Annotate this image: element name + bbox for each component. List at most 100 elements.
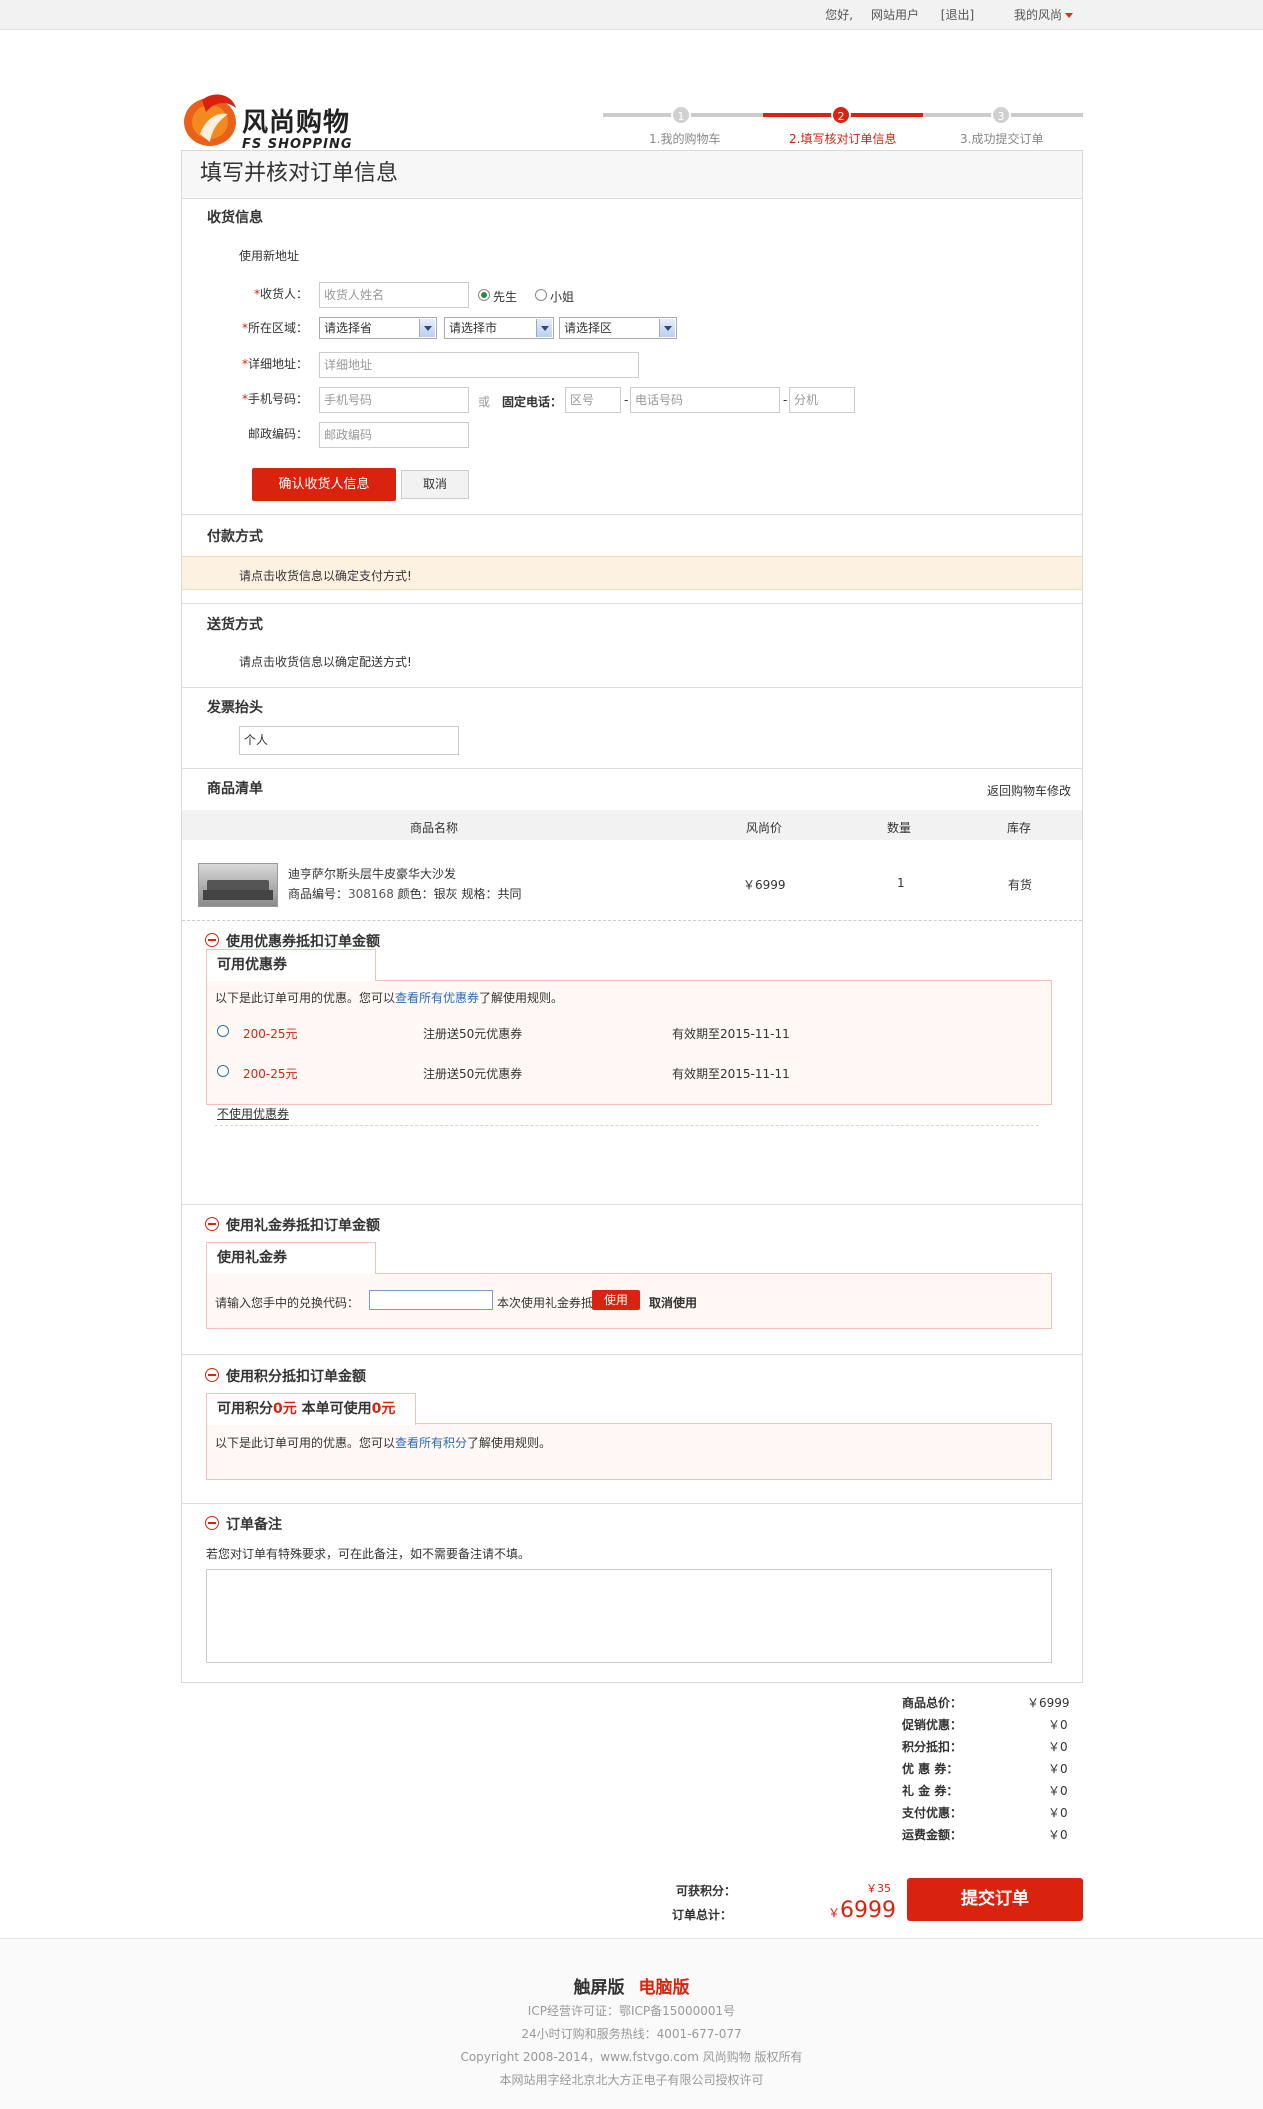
province-select[interactable]: 请选择省 [319, 317, 437, 339]
col-qty: 数量 [887, 821, 912, 835]
version-switch: 触屏版 电脑版 [0, 1973, 1263, 1998]
phone-input[interactable]: 电话号码 [630, 387, 780, 413]
cancel-consignee-button[interactable]: 取消 [401, 470, 469, 499]
consignee-input[interactable]: 收货人姓名 [319, 282, 469, 308]
summary-value-1: ￥0 [1048, 1718, 1068, 1732]
ms-label: 小姐 [550, 290, 575, 304]
payment-heading: 付款方式 [207, 529, 263, 545]
logo-cn: 风尚购物 [242, 108, 351, 138]
product-stock: 有货 [1008, 878, 1033, 892]
step-2-label: 2.填写核对订单信息 [789, 132, 897, 146]
collapse-icon[interactable] [205, 1516, 219, 1530]
all-coupons-link[interactable]: 查看所有优惠券 [395, 991, 479, 1005]
coupon-desc-1: 注册送50元优惠券 [423, 1027, 523, 1041]
points-tab[interactable]: 可用积分0元 本单可使用0元 [206, 1393, 416, 1425]
coupon-expire-2: 有效期至2015-11-11 [672, 1067, 790, 1081]
summary-label-3: 优 惠 券： [902, 1762, 959, 1776]
gift-heading: 使用礼金券抵扣订单金额 [226, 1218, 380, 1234]
cancel-gift-link[interactable]: 取消使用 [649, 1294, 697, 1311]
collapse-icon[interactable] [205, 1368, 219, 1382]
collapse-icon[interactable] [205, 933, 219, 947]
my-account-menu[interactable]: 我的风尚 [1000, 8, 1073, 22]
summary-label-2: 积分抵扣： [902, 1740, 963, 1754]
chevron-down-icon [1065, 13, 1073, 18]
divider [215, 1125, 1039, 1126]
touch-version-link[interactable]: 触屏版 [574, 1978, 625, 1998]
summary-value-5: ￥0 [1048, 1806, 1068, 1820]
product-meta: 商品编号：308168 颜色：银灰 规格：共同 [288, 887, 522, 901]
delivery-heading: 送货方式 [207, 617, 263, 633]
extension-input[interactable]: 分机 [789, 387, 855, 413]
address-input[interactable]: 详细地址 [319, 352, 639, 378]
coupon-radio-2[interactable] [217, 1065, 229, 1077]
payment-note: 请点击收货信息以确定支付方式! [239, 569, 412, 583]
coupon-name-2: 200-25元 [243, 1067, 298, 1081]
order-total-label: 订单总计： [672, 1908, 733, 1922]
points-heading: 使用积分抵扣订单金额 [226, 1369, 366, 1385]
dash-1: - [624, 393, 629, 407]
coupon-heading: 使用优惠券抵扣订单金额 [226, 934, 380, 950]
product-qty: 1 [897, 876, 905, 890]
gift-code-input[interactable] [369, 1290, 493, 1310]
coupon-intro: 以下是此订单可用的优惠。您可以查看所有优惠券了解使用规则。 [215, 991, 564, 1005]
order-total-value: ￥6999 [828, 1898, 897, 1923]
divider [182, 687, 1082, 688]
mr-radio[interactable] [478, 289, 490, 301]
summary-label-6: 运费金额： [902, 1828, 963, 1842]
icp-text: ICP经营许可证：鄂ICP备15000001号 [527, 2004, 736, 2018]
invoice-heading: 发票抬头 [207, 700, 263, 716]
dash-2: - [783, 393, 788, 407]
col-price: 风尚价 [746, 821, 783, 835]
area-code-input[interactable]: 区号 [565, 387, 621, 413]
submit-order-button[interactable]: 提交订单 [907, 1878, 1083, 1921]
greeting-text: 您好, [825, 8, 854, 22]
all-points-link[interactable]: 查看所有积分 [395, 1436, 467, 1450]
summary-label-5: 支付优惠： [902, 1806, 963, 1820]
divider [182, 1503, 1082, 1504]
pc-version-link[interactable]: 电脑版 [638, 1978, 689, 1998]
invoice-input[interactable]: 个人 [239, 726, 459, 755]
points-box: 以下是此订单可用的优惠。您可以查看所有积分了解使用规则。 [206, 1423, 1052, 1480]
coupon-radio-1[interactable] [217, 1025, 229, 1037]
points-earned-value: ￥35 [866, 1882, 891, 1895]
remark-textarea[interactable] [206, 1569, 1052, 1663]
username-link[interactable]: 网站用户 [871, 8, 919, 22]
logo-text: 风尚购物 FS SHOPPING [242, 102, 353, 152]
summary-value-3: ￥0 [1048, 1762, 1068, 1776]
product-thumbnail[interactable] [198, 863, 278, 907]
coupon-tab[interactable]: 可用优惠券 [206, 949, 376, 981]
district-select[interactable]: 请选择区 [559, 317, 677, 339]
my-account-label: 我的风尚 [1013, 8, 1062, 22]
progress-steps: 1 2 3 1.我的购物车 2.填写核对订单信息 3.成功提交订单 [603, 104, 1083, 154]
gift-box: 请输入您手中的兑换代码： 本次使用礼金券抵扣了元 使用 取消使用 [206, 1273, 1052, 1329]
use-new-address[interactable]: 使用新地址 [239, 247, 299, 264]
region-label: *所在区域： [241, 321, 308, 335]
mobile-input[interactable]: 手机号码 [319, 387, 469, 413]
col-name: 商品名称 [410, 821, 459, 835]
goods-heading: 商品清单 [207, 781, 263, 797]
ms-radio[interactable] [535, 289, 547, 301]
logout-link[interactable]: [退出] [941, 8, 974, 22]
no-coupon-link[interactable]: 不使用优惠券 [217, 1105, 289, 1122]
divider [182, 514, 1082, 515]
summary-value-6: ￥0 [1048, 1828, 1068, 1842]
remark-note: 若您对订单有特殊要求，可在此备注，如不需要备注请不填。 [206, 1547, 531, 1561]
divider [182, 603, 1082, 604]
back-to-cart-link[interactable]: 返回购物车修改 [987, 782, 1071, 799]
zip-input[interactable]: 邮政编码 [319, 422, 469, 448]
payment-notice: 请点击收货信息以确定支付方式! [182, 556, 1082, 590]
gift-tab[interactable]: 使用礼金券 [206, 1242, 376, 1274]
divider [182, 1204, 1082, 1205]
product-name-link[interactable]: 迪亨萨尔斯头层牛皮豪华大沙发 [288, 865, 456, 882]
coupon-expire-1: 有效期至2015-11-11 [672, 1027, 790, 1041]
summary-label-1: 促销优惠： [902, 1718, 963, 1732]
collapse-icon[interactable] [205, 1217, 219, 1231]
confirm-consignee-button[interactable]: 确认收货人信息 [252, 468, 396, 501]
logo-icon[interactable] [180, 88, 244, 152]
mr-label: 先生 [493, 290, 518, 304]
city-select[interactable]: 请选择市 [444, 317, 554, 339]
page-title: 填写并核对订单信息 [182, 151, 1082, 199]
use-gift-button[interactable]: 使用 [592, 1290, 640, 1310]
product-price: ￥6999 [743, 878, 786, 892]
summary-label-0: 商品总价： [902, 1696, 963, 1710]
